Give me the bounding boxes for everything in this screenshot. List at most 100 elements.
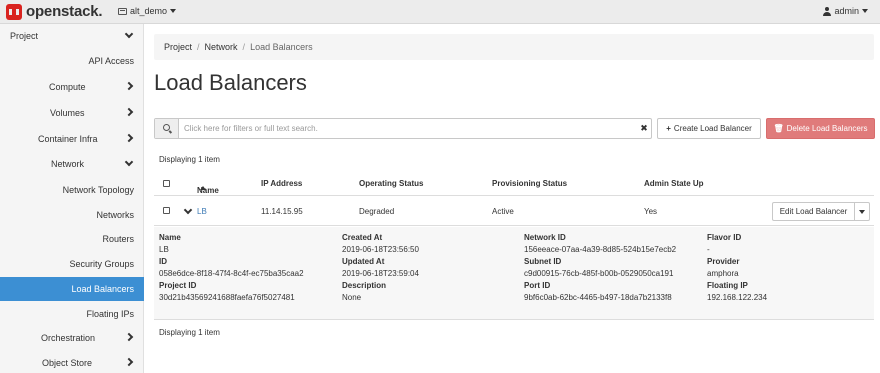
page-title: Load Balancers [154, 70, 307, 95]
breadcrumb: Project / Network / Load Balancers [154, 34, 874, 60]
row-checkbox[interactable] [163, 207, 170, 214]
clear-filter-icon[interactable]: ✖ [637, 119, 651, 138]
filter-input[interactable] [179, 119, 637, 138]
sidebar-item-label: Security Groups [69, 259, 134, 269]
sidebar-item-api-access[interactable]: API Access [0, 49, 144, 73]
sidebar-item-routers[interactable]: Routers [0, 227, 144, 251]
detail-label-created-at: Created At [342, 233, 383, 242]
project-switcher[interactable]: alt_demo [118, 6, 177, 16]
sidebar: Project API Access Compute Volumes Conta… [0, 24, 144, 373]
sidebar-item-load-balancers[interactable]: Load Balancers [0, 277, 144, 301]
sidebar-item-label: Load Balancers [71, 284, 134, 294]
edit-load-balancer-button[interactable]: Edit Load Balancer [772, 202, 855, 221]
detail-label-provider: Provider [707, 257, 740, 266]
chevron-down-icon[interactable] [183, 205, 193, 215]
column-header-operating-status[interactable]: Operating Status [359, 179, 423, 188]
sort-ascending-icon [200, 186, 206, 190]
sidebar-item-orchestration[interactable]: Orchestration [0, 326, 144, 350]
caret-down-icon [170, 9, 177, 13]
user-menu[interactable]: admin [823, 6, 868, 16]
detail-value-updated-at: 2019-06-18T23:59:04 [342, 269, 419, 278]
breadcrumb-project[interactable]: Project [164, 42, 192, 52]
project-name: alt_demo [130, 6, 168, 16]
chevron-right-icon [124, 357, 134, 367]
create-load-balancer-button[interactable]: + Create Load Balancer [657, 118, 761, 139]
project-icon [118, 7, 127, 15]
openstack-logo[interactable]: openstack. [6, 3, 103, 20]
detail-label-port-id: Port ID [524, 281, 551, 290]
chevron-down-icon [124, 29, 134, 39]
detail-value-flavor-id: - [707, 245, 710, 254]
delete-load-balancers-label: Delete Load Balancers [786, 124, 868, 133]
chevron-down-icon [124, 157, 134, 167]
detail-value-network-id: 156eeace-07aa-4a39-8d85-524b15e7ecb2 [524, 245, 677, 254]
detail-value-created-at: 2019-06-18T23:56:50 [342, 245, 419, 254]
sidebar-item-compute[interactable]: Compute [0, 75, 144, 99]
row-actions-dropdown[interactable] [854, 202, 870, 221]
delete-load-balancers-button[interactable]: 🗑 Delete Load Balancers [766, 118, 875, 139]
trash-icon: 🗑 [773, 124, 784, 133]
sidebar-item-label: Network Topology [62, 185, 134, 195]
breadcrumb-current: Load Balancers [250, 42, 313, 52]
detail-label-flavor-id: Flavor ID [707, 233, 742, 242]
detail-value-project-id: 30d21b43569241688faefa76f5027481 [159, 293, 295, 302]
provisioning-status-cell: Active [492, 207, 514, 216]
sidebar-item-label: API Access [88, 56, 134, 66]
sidebar-item-label: Container Infra [38, 134, 98, 144]
detail-value-description: None [342, 293, 362, 302]
sidebar-item-network-topology[interactable]: Network Topology [0, 178, 144, 202]
load-balancer-name-link[interactable]: LB [197, 207, 207, 216]
sidebar-item-container-infra[interactable]: Container Infra [0, 127, 144, 151]
sidebar-item-label: Compute [49, 82, 86, 92]
search-icon-addon[interactable] [155, 119, 179, 138]
user-name: admin [834, 6, 859, 16]
chevron-right-icon [124, 133, 134, 143]
caret-down-icon [859, 209, 865, 214]
detail-value-id: 058e6dce-8f18-47f4-8c4f-ec75ba35caa2 [159, 269, 304, 278]
detail-label-floating-ip: Floating IP [707, 281, 748, 290]
detail-label-name: Name [159, 233, 181, 242]
ip-address-cell: 11.14.15.95 [261, 207, 303, 216]
filter-bar: ✖ [154, 118, 652, 139]
detail-value-provider: amphora [707, 269, 739, 278]
sidebar-item-floating-ips[interactable]: Floating IPs [0, 302, 144, 326]
detail-value-floating-ip: 192.168.122.234 [707, 293, 768, 302]
admin-state-up-cell: Yes [644, 207, 658, 216]
displaying-count-top: Displaying 1 item [159, 155, 220, 164]
column-header-admin-state-up[interactable]: Admin State Up [644, 179, 704, 188]
sidebar-item-label: Object Store [42, 358, 93, 368]
sidebar-item-label: Routers [102, 234, 134, 244]
load-balancer-detail-panel: Name LB ID 058e6dce-8f18-47f4-8c4f-ec75b… [154, 227, 874, 320]
table-header: Name IP Address Operating Status Provisi… [154, 172, 874, 196]
sidebar-item-security-groups[interactable]: Security Groups [0, 252, 144, 276]
detail-label-network-id: Network ID [524, 233, 566, 242]
sidebar-item-network[interactable]: Network [0, 152, 144, 176]
column-header-ip-address[interactable]: IP Address [261, 179, 302, 188]
detail-value-subnet-id: c9d00915-76cb-485f-b00b-0529050ca191 [524, 269, 674, 278]
select-all-checkbox[interactable] [163, 180, 170, 187]
column-header-provisioning-status[interactable]: Provisioning Status [492, 179, 567, 188]
sidebar-item-object-store[interactable]: Object Store [0, 351, 144, 373]
detail-label-updated-at: Updated At [342, 257, 385, 266]
operating-status-cell: Degraded [359, 207, 395, 216]
detail-label-project-id: Project ID [159, 281, 197, 290]
sidebar-item-label: Orchestration [41, 333, 96, 343]
detail-value-port-id: 9bf6c0ab-62bc-4465-b497-18da7b2133f8 [524, 293, 672, 302]
caret-down-icon [862, 9, 868, 13]
breadcrumb-network[interactable]: Network [205, 42, 238, 52]
table-row: LB 11.14.15.95 Degraded Active Yes Edit … [154, 196, 874, 226]
sidebar-item-project[interactable]: Project [0, 24, 144, 48]
sidebar-item-networks[interactable]: Networks [0, 203, 144, 227]
detail-label-subnet-id: Subnet ID [524, 257, 562, 266]
sidebar-item-volumes[interactable]: Volumes [0, 101, 144, 125]
chevron-right-icon [124, 107, 134, 117]
detail-label-description: Description [342, 281, 387, 290]
chevron-right-icon [124, 81, 134, 91]
detail-label-id: ID [159, 257, 167, 266]
sidebar-item-label: Network [51, 159, 85, 169]
sidebar-item-label: Project [10, 31, 39, 41]
plus-icon: + [666, 124, 671, 133]
detail-value-name: LB [159, 245, 169, 254]
sidebar-item-label: Volumes [50, 108, 85, 118]
search-icon [163, 124, 170, 131]
